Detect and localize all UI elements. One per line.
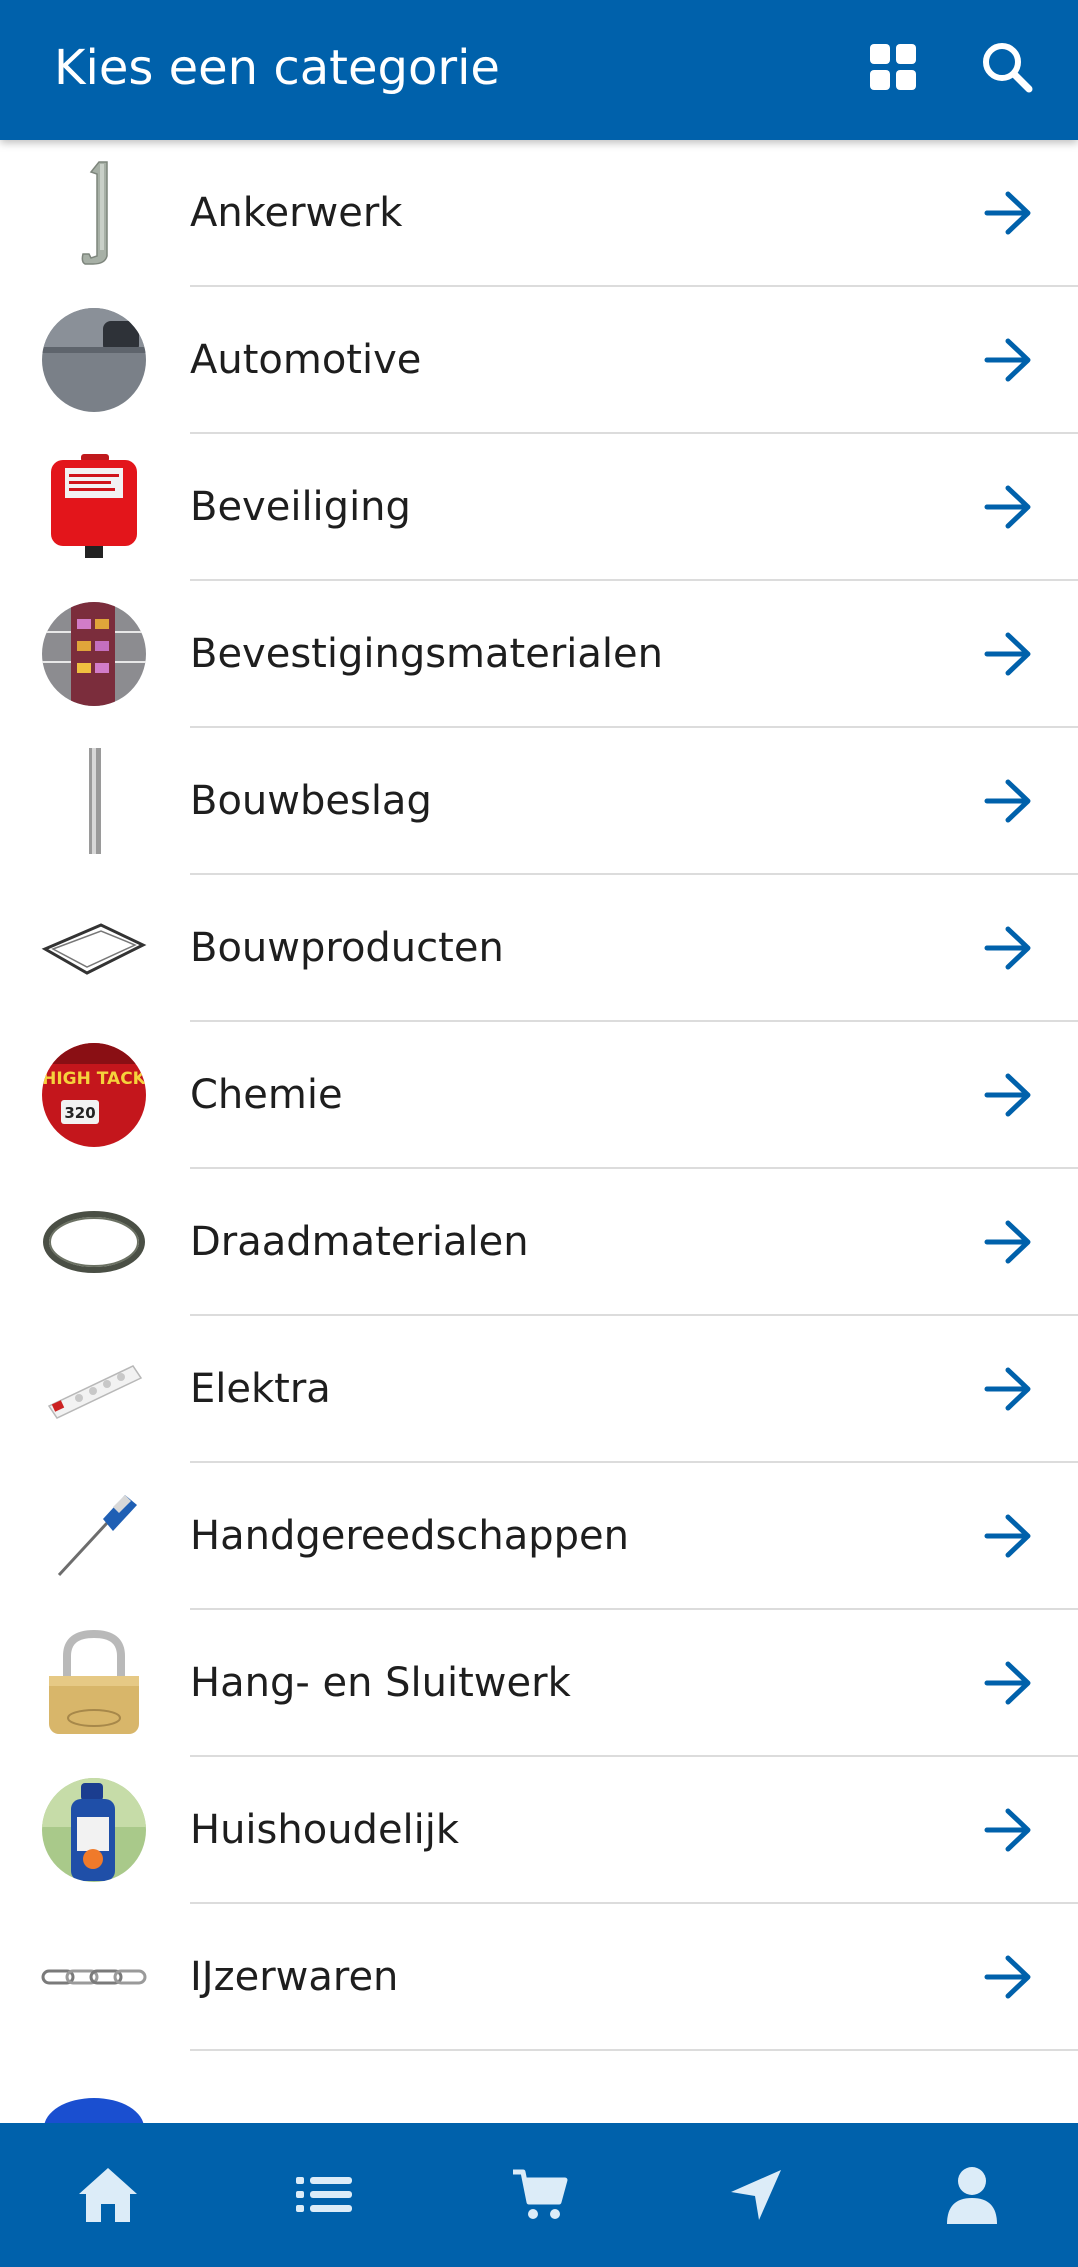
category-item-bevestigingsmaterialen[interactable]: Bevestigingsmaterialen [0,581,1078,728]
power-strip-icon [41,1336,147,1442]
frame-icon [41,895,147,1001]
anchor-bracket-icon [41,160,147,266]
screwdriver-icon [41,1483,147,1589]
page-title: Kies een categorie [54,40,500,96]
high-tack-icon: HIGH TACK 320 [41,1042,147,1148]
search-icon [983,43,1033,93]
chain-icon [41,1924,147,2030]
category-item-bouwproducten[interactable]: Bouwproducten [0,875,1078,1022]
wire-coil-icon [41,1189,147,1295]
category-label: Handgereedschappen [190,1513,629,1559]
home-icon [79,2168,137,2222]
nav-cart[interactable] [432,2123,648,2267]
automotive-icon [41,307,147,413]
arrow-right-icon [984,1514,1031,1558]
nav-list[interactable] [216,2123,432,2267]
weight-text: 320 [64,1104,95,1122]
nav-account[interactable] [864,2123,1078,2267]
category-label: Bouwproducten [190,925,504,971]
arrow-right-icon [984,1220,1031,1264]
arrow-right-icon [984,1661,1031,1705]
search-button[interactable] [976,36,1038,98]
arrow-right-icon [984,1367,1031,1411]
category-label: Elektra [190,1366,331,1412]
high-tack-text: HIGH TACK [42,1069,147,1089]
grid-icon [870,44,916,90]
category-item-draadmaterialen[interactable]: Draadmaterialen [0,1169,1078,1316]
category-label: Bevestigingsmaterialen [190,631,663,677]
arrow-right-icon [984,338,1031,382]
category-label: Bouwbeslag [190,778,432,824]
category-label: Huishoudelijk [190,1807,460,1853]
nav-home[interactable] [0,2123,216,2267]
app-header: Kies een categorie [0,0,1078,140]
fasteners-rack-icon [41,601,147,707]
app-screen: Kies een categorie Ankerwerk Automotive … [0,0,1078,2267]
padlock-icon [41,1630,147,1736]
arrow-right-icon [984,1955,1031,1999]
category-item-elektra[interactable]: Elektra [0,1316,1078,1463]
arrow-right-icon [984,926,1031,970]
category-item-beveiliging[interactable]: Beveiliging [0,434,1078,581]
nav-navigation[interactable] [648,2123,864,2267]
fire-blanket-icon [41,454,147,560]
category-item-ijzerwaren[interactable]: IJzerwaren [0,1904,1078,2051]
category-label: IJzerwaren [190,1954,399,2000]
rod-icon [41,748,147,854]
category-label: Hang- en Sluitwerk [190,1660,571,1706]
arrow-right-icon [984,779,1031,823]
category-label: Ankerwerk [190,190,403,236]
arrow-right-icon [984,1073,1031,1117]
category-label: Beveiliging [190,484,411,530]
arrow-right-icon [984,191,1031,235]
category-list: Ankerwerk Automotive Beveiliging Bevesti… [0,140,1078,2051]
category-item-automotive[interactable]: Automotive [0,287,1078,434]
cleaner-bottle-icon [41,1777,147,1883]
category-item-chemie[interactable]: HIGH TACK 320 Chemie [0,1022,1078,1169]
category-label: Chemie [190,1072,343,1118]
category-item-ankerwerk[interactable]: Ankerwerk [0,140,1078,287]
category-item-handgereedschappen[interactable]: Handgereedschappen [0,1463,1078,1610]
divider [190,2049,1078,2051]
category-label: Draadmaterialen [190,1219,529,1265]
cart-icon [513,2169,568,2219]
list-icon [296,2177,352,2212]
category-label: Automotive [190,337,422,383]
category-item-bouwbeslag[interactable]: Bouwbeslag [0,728,1078,875]
arrow-right-icon [984,1808,1031,1852]
navigation-icon [731,2170,781,2220]
user-icon [947,2167,997,2224]
arrow-right-icon [984,485,1031,529]
bottom-navigation [0,2123,1078,2267]
grid-view-button[interactable] [862,36,924,98]
category-item-hang-en-sluitwerk[interactable]: Hang- en Sluitwerk [0,1610,1078,1757]
category-item-huishoudelijk[interactable]: Huishoudelijk [0,1757,1078,1904]
arrow-right-icon [984,632,1031,676]
